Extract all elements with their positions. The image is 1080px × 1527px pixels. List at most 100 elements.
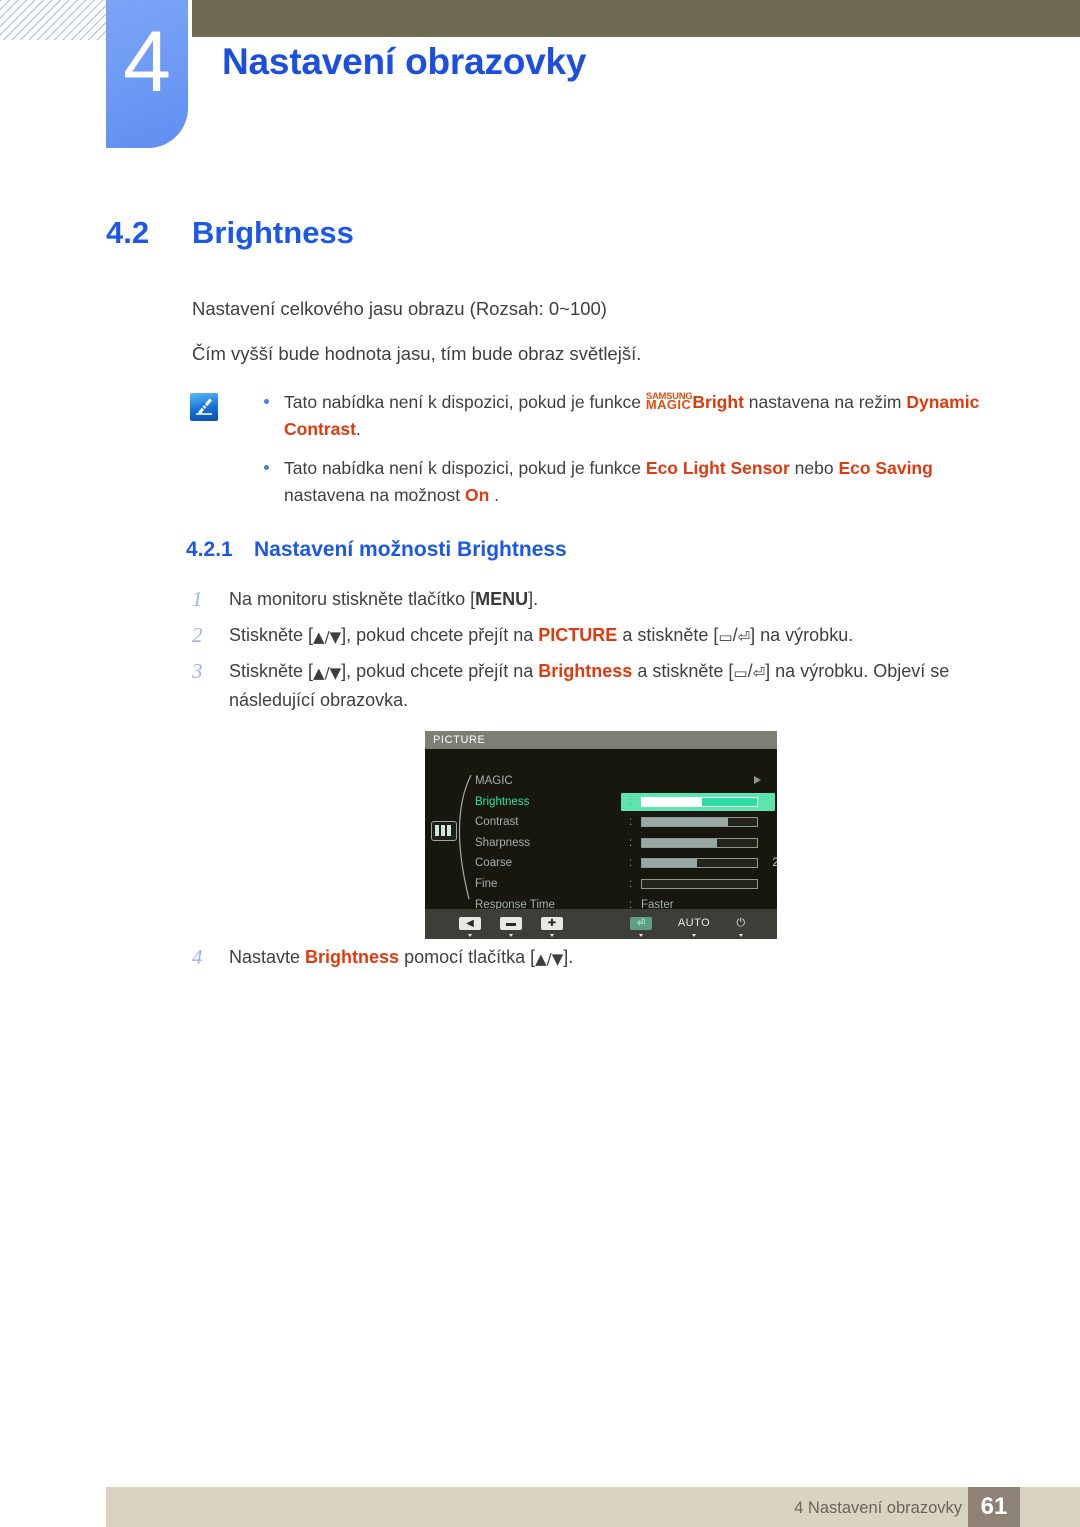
section-heading: 4.2 Brightness bbox=[106, 213, 906, 253]
osd-row-fine[interactable]: Fine : 0 bbox=[475, 874, 777, 895]
osd-slider-fill bbox=[642, 797, 702, 806]
intro-paragraph-brighter: Čím vyšší bude hodnota jasu, tím bude ob… bbox=[192, 343, 642, 364]
osd-row-label: MAGIC bbox=[475, 775, 513, 787]
caret-down-icon bbox=[550, 934, 554, 937]
step-item: 3 Stiskněte [▲/▼], pokud chcete přejít n… bbox=[186, 657, 1016, 715]
decorative-hatch-pattern bbox=[0, 0, 106, 40]
osd-row-label: Brightness bbox=[475, 795, 530, 808]
osd-slider-track[interactable] bbox=[641, 858, 758, 869]
osd-row-colon: : bbox=[629, 857, 633, 870]
plus-button[interactable]: ✚ bbox=[539, 913, 565, 937]
back-icon: ◀ bbox=[459, 917, 481, 930]
osd-slider-track[interactable] bbox=[641, 817, 758, 828]
bullet-point bbox=[264, 399, 269, 404]
chapter-title: Nastavení obrazovky bbox=[222, 41, 587, 82]
step-item: 4 Nastavte Brightness pomocí tlačítka [▲… bbox=[186, 943, 929, 972]
page-number: 61 bbox=[980, 1493, 1008, 1520]
note-text-pre: Tato nabídka není k dispozici, pokud je … bbox=[284, 458, 646, 478]
note-text-post: . bbox=[355, 419, 361, 439]
osd-row-value: 50 bbox=[758, 795, 777, 809]
auto-label: AUTO bbox=[677, 917, 711, 929]
plus-icon: ✚ bbox=[541, 917, 563, 930]
step-text-mid: ], pokud chcete přejít na bbox=[341, 625, 539, 645]
osd-slider-fill bbox=[642, 838, 717, 847]
osd-row-colon: : bbox=[629, 795, 633, 808]
note-highlight-eco-light-sensor: Eco Light Sensor bbox=[645, 458, 790, 478]
osd-row-value: 0 bbox=[758, 877, 777, 891]
step-text-mid2: a stiskněte [ bbox=[632, 661, 734, 681]
step-highlight-picture: PICTURE bbox=[538, 625, 618, 645]
auto-button[interactable]: AUTO bbox=[674, 913, 714, 937]
osd-slider-fill bbox=[642, 859, 698, 868]
caret-down-icon bbox=[639, 934, 643, 937]
osd-menu-screenshot: PICTURE MAGIC Brightness : 50 bbox=[425, 731, 777, 939]
step-text-post: ] na výrobku. bbox=[750, 625, 854, 645]
step-number: 4 bbox=[192, 945, 203, 969]
power-button[interactable]: ⏻ bbox=[728, 913, 754, 937]
step-text-pre: Na monitoru stiskněte tlačítko [ bbox=[229, 589, 476, 609]
step-highlight-brightness: Brightness bbox=[538, 661, 633, 681]
osd-row-sharpness[interactable]: Sharpness : 60 bbox=[475, 833, 777, 854]
enter-icon: ⏎ bbox=[737, 628, 751, 646]
step-text-pre: Stiskněte [ bbox=[229, 661, 314, 681]
subsection-heading: 4.2.1 Nastavení možnosti Brightness bbox=[186, 536, 567, 564]
back-button[interactable]: ◀ bbox=[457, 913, 483, 937]
osd-slider-track[interactable] bbox=[641, 837, 758, 848]
note-text-mid: nastavena na režim bbox=[743, 392, 907, 412]
page-footer: 4 Nastavení obrazovky 61 bbox=[106, 1487, 1080, 1527]
minus-icon: ▬ bbox=[500, 917, 522, 930]
bullet-point bbox=[264, 465, 269, 470]
osd-row-value: 2200 bbox=[772, 857, 777, 870]
osd-decorative-arc bbox=[458, 774, 472, 900]
osd-row-colon: : bbox=[629, 836, 633, 849]
chapter-header: 4 Nastavení obrazovky bbox=[0, 0, 1080, 175]
step-text-pre: Nastavte bbox=[229, 947, 306, 967]
caret-down-icon bbox=[509, 934, 513, 937]
note-item: Tato nabídka není k dispozici, pokud je … bbox=[242, 389, 1010, 443]
power-icon: ⏻ bbox=[736, 917, 746, 929]
enter-icon: ⏎ bbox=[752, 664, 766, 682]
subsection-number: 4.2.1 bbox=[186, 538, 233, 561]
step-text-mid: ], pokud chcete přejít na bbox=[341, 661, 539, 681]
osd-row-label: Sharpness bbox=[475, 836, 530, 849]
osd-slider-track[interactable] bbox=[641, 878, 758, 889]
header-olive-bar bbox=[192, 0, 1080, 37]
note-text-mid: nebo bbox=[789, 458, 839, 478]
osd-row-colon: : bbox=[629, 877, 633, 890]
osd-slider-fill bbox=[642, 818, 729, 827]
enter-button[interactable]: ⏎ bbox=[628, 913, 654, 937]
step-number: 3 bbox=[192, 659, 203, 683]
osd-row-value: 60 bbox=[758, 836, 777, 850]
osd-row-coarse[interactable]: Coarse : 2200 bbox=[475, 853, 777, 874]
osd-row-label: Fine bbox=[475, 877, 498, 890]
note-text-pre: Tato nabídka není k dispozici, pokud je … bbox=[284, 392, 646, 412]
osd-title-bar: PICTURE bbox=[425, 731, 777, 749]
caret-down-icon bbox=[468, 934, 472, 937]
note-text-post: . bbox=[489, 485, 499, 505]
osd-row-value: 75 bbox=[758, 815, 777, 829]
note-item: Tato nabídka není k dispozici, pokud je … bbox=[242, 455, 1010, 509]
section-number: 4.2 bbox=[106, 215, 150, 250]
rectangle-icon: ▭ bbox=[733, 664, 748, 682]
note-text-mid2: nastavena na možnost bbox=[284, 485, 465, 505]
instruction-steps: 1 Na monitoru stiskněte tlačítko [MENU].… bbox=[186, 585, 1016, 722]
note-highlight-eco-saving: Eco Saving bbox=[838, 458, 933, 478]
osd-row-magic[interactable]: MAGIC bbox=[475, 771, 777, 792]
note-magic-suffix: Bright bbox=[692, 392, 744, 412]
osd-row-list: MAGIC Brightness : 50 Contrast : 75 Shar… bbox=[475, 771, 777, 915]
osd-row-brightness[interactable]: Brightness : 50 bbox=[475, 792, 777, 813]
osd-row-contrast[interactable]: Contrast : 75 bbox=[475, 812, 777, 833]
step-text-post: ]. bbox=[528, 589, 539, 609]
minus-button[interactable]: ▬ bbox=[498, 913, 524, 937]
step-key-menu: MENU bbox=[475, 589, 529, 609]
chapter-number-tab: 4 bbox=[106, 0, 188, 148]
osd-slider-track[interactable] bbox=[641, 796, 758, 807]
step-item: 2 Stiskněte [▲/▼], pokud chcete přejít n… bbox=[186, 621, 1016, 650]
step-item: 1 Na monitoru stiskněte tlačítko [MENU]. bbox=[186, 585, 1016, 614]
note-pen-icon bbox=[190, 393, 218, 421]
intro-paragraph-range: Nastavení celkového jasu obrazu (Rozsah:… bbox=[192, 298, 607, 319]
step-number: 2 bbox=[192, 623, 203, 647]
step-text-pre: Stiskněte [ bbox=[229, 625, 314, 645]
osd-row-label: Coarse bbox=[475, 857, 513, 870]
chevron-right-icon bbox=[754, 776, 761, 784]
